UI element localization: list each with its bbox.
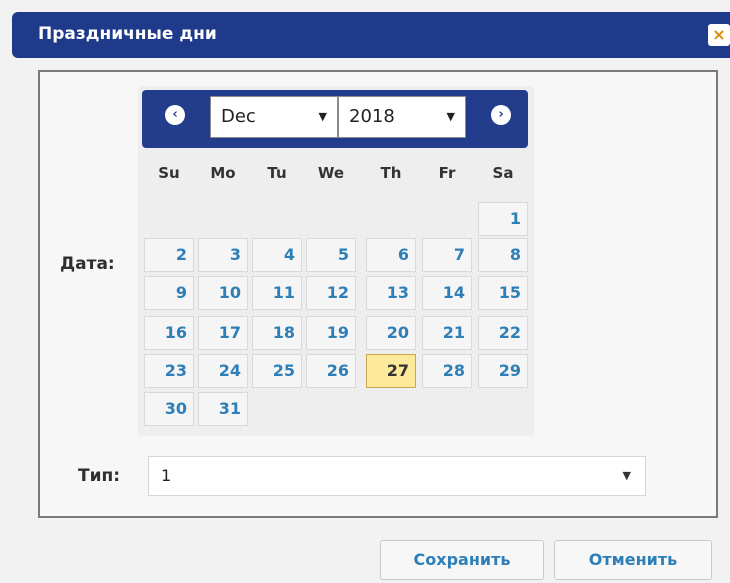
weekday-th: Th	[380, 164, 402, 182]
weekday-mo: Mo	[210, 164, 236, 182]
type-label: Тип:	[78, 466, 121, 486]
day-cell-selected[interactable]: 27	[366, 354, 416, 388]
dialog-titlebar: Праздничные дни ×	[12, 12, 730, 58]
prev-month-icon[interactable]: ‹	[165, 105, 185, 125]
day-cell[interactable]: 26	[306, 354, 356, 388]
day-cell[interactable]: 5	[306, 238, 356, 272]
date-label: Дата:	[60, 254, 115, 274]
day-cell[interactable]: 28	[422, 354, 472, 388]
day-cell[interactable]: 9	[144, 276, 194, 310]
weekday-sa: Sa	[492, 164, 514, 182]
day-cell[interactable]: 29	[478, 354, 528, 388]
month-select[interactable]: Dec ▼	[210, 96, 338, 138]
day-cell[interactable]: 14	[422, 276, 472, 310]
day-cell[interactable]: 12	[306, 276, 356, 310]
day-cell[interactable]: 17	[198, 316, 248, 350]
chevron-down-icon: ▼	[318, 110, 327, 123]
chevron-down-icon: ▼	[446, 110, 455, 123]
day-cell[interactable]: 25	[252, 354, 302, 388]
month-value: Dec	[221, 106, 256, 127]
holidays-dialog: Праздничные дни × Дата: ‹ Dec ▼ 2018 ▼ ›…	[0, 0, 730, 583]
weekday-we: We	[317, 164, 345, 182]
day-cell[interactable]: 10	[198, 276, 248, 310]
day-cell[interactable]: 6	[366, 238, 416, 272]
next-month-icon[interactable]: ›	[491, 105, 511, 125]
day-cell[interactable]: 1	[478, 202, 528, 236]
day-cell[interactable]: 7	[422, 238, 472, 272]
day-cell[interactable]: 30	[144, 392, 194, 426]
dialog-title: Праздничные дни	[38, 24, 217, 44]
day-cell[interactable]: 19	[306, 316, 356, 350]
close-icon[interactable]: ×	[708, 24, 730, 46]
weekday-tu: Tu	[267, 164, 287, 182]
day-cell[interactable]: 15	[478, 276, 528, 310]
save-button[interactable]: Сохранить	[380, 540, 544, 580]
type-value: 1	[161, 466, 172, 485]
calendar-header: ‹ Dec ▼ 2018 ▼ ›	[142, 90, 528, 148]
day-cell[interactable]: 11	[252, 276, 302, 310]
day-cell[interactable]: 3	[198, 238, 248, 272]
day-cell[interactable]: 2	[144, 238, 194, 272]
weekday-su: Su	[158, 164, 180, 182]
day-cell[interactable]: 21	[422, 316, 472, 350]
calendar: ‹ Dec ▼ 2018 ▼ › Su Mo Tu We Th Fr Sa 1 2 3 4 5 6 7 8 9…	[138, 86, 534, 436]
day-cell[interactable]: 16	[144, 316, 194, 350]
day-cell[interactable]: 31	[198, 392, 248, 426]
day-cell[interactable]: 20	[366, 316, 416, 350]
day-cell[interactable]: 4	[252, 238, 302, 272]
weekday-fr: Fr	[438, 164, 456, 182]
day-cell[interactable]: 13	[366, 276, 416, 310]
cancel-button[interactable]: Отменить	[554, 540, 712, 580]
day-cell[interactable]: 23	[144, 354, 194, 388]
day-cell[interactable]: 22	[478, 316, 528, 350]
year-select[interactable]: 2018 ▼	[338, 96, 466, 138]
year-value: 2018	[349, 106, 395, 127]
day-cell[interactable]: 8	[478, 238, 528, 272]
day-cell[interactable]: 18	[252, 316, 302, 350]
chevron-down-icon: ▼	[622, 469, 631, 482]
day-cell[interactable]: 24	[198, 354, 248, 388]
type-select[interactable]: 1 ▼	[148, 456, 646, 496]
